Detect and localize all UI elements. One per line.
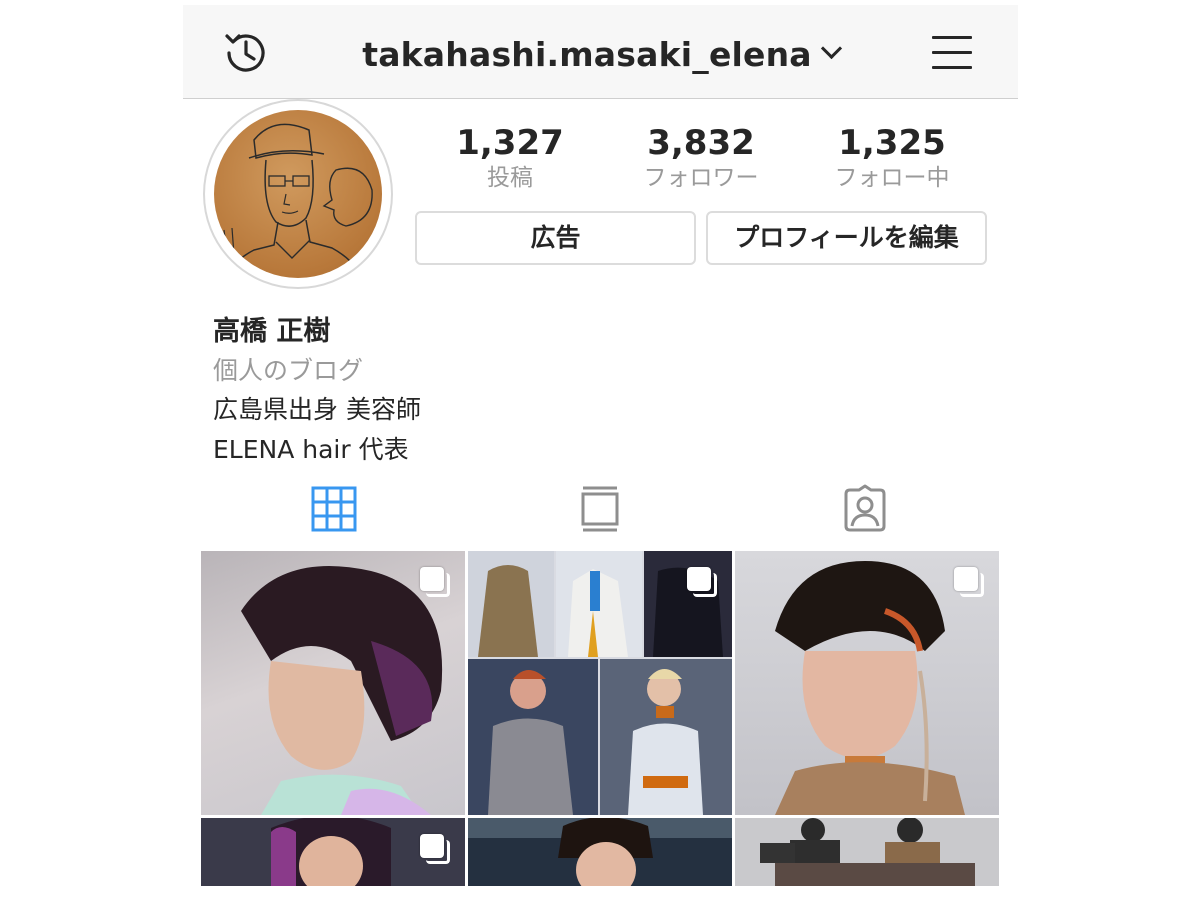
post-thumbnail[interactable] xyxy=(735,818,999,886)
posts-count: 1,327 xyxy=(456,123,564,163)
bio-line-1: 広島県出身 美容師 xyxy=(213,395,421,424)
display-name: 高橋 正樹 xyxy=(213,316,331,347)
multiple-photos-icon xyxy=(687,567,717,597)
tagged-person-icon[interactable] xyxy=(840,484,890,534)
followers-label: フォロワー xyxy=(643,165,759,191)
followers-count: 3,832 xyxy=(647,123,755,163)
bio-line-2: ELENA hair 代表 xyxy=(213,435,409,464)
multiple-photos-icon xyxy=(420,567,450,597)
following-label: フォロー中 xyxy=(834,165,950,191)
account-switcher[interactable]: takahashi.masaki_elena xyxy=(183,35,1018,74)
top-nav-bar: takahashi.masaki_elena xyxy=(183,5,1018,99)
multiple-photos-icon xyxy=(954,567,984,597)
multiple-photos-icon xyxy=(420,834,450,864)
feed-list-icon[interactable] xyxy=(575,484,625,534)
profile-category: 個人のブログ xyxy=(213,356,364,385)
edit-profile-button[interactable]: プロフィールを編集 xyxy=(706,211,987,265)
chevron-down-icon xyxy=(820,37,842,60)
profile-avatar[interactable] xyxy=(203,99,393,289)
hamburger-menu-icon[interactable] xyxy=(928,33,974,73)
grid-icon[interactable] xyxy=(309,484,359,534)
post-thumbnail[interactable] xyxy=(468,551,732,815)
avatar-sketch-image xyxy=(214,110,382,278)
stat-posts[interactable]: 1,327 投稿 xyxy=(415,123,605,193)
post-thumbnail[interactable] xyxy=(201,551,465,815)
profile-bio: 高橋 正樹 個人のブログ 広島県出身 美容師 ELENA hair 代表 xyxy=(213,312,421,470)
username: takahashi.masaki_elena xyxy=(362,35,812,74)
stat-followers[interactable]: 3,832 フォロワー xyxy=(606,123,796,193)
posts-label: 投稿 xyxy=(487,165,533,191)
stat-following[interactable]: 1,325 フォロー中 xyxy=(797,123,987,193)
promote-button[interactable]: 広告 xyxy=(415,211,696,265)
post-thumbnail[interactable] xyxy=(468,818,732,886)
post-thumbnail[interactable] xyxy=(201,818,465,886)
post-thumbnail[interactable] xyxy=(735,551,999,815)
following-count: 1,325 xyxy=(838,123,946,163)
